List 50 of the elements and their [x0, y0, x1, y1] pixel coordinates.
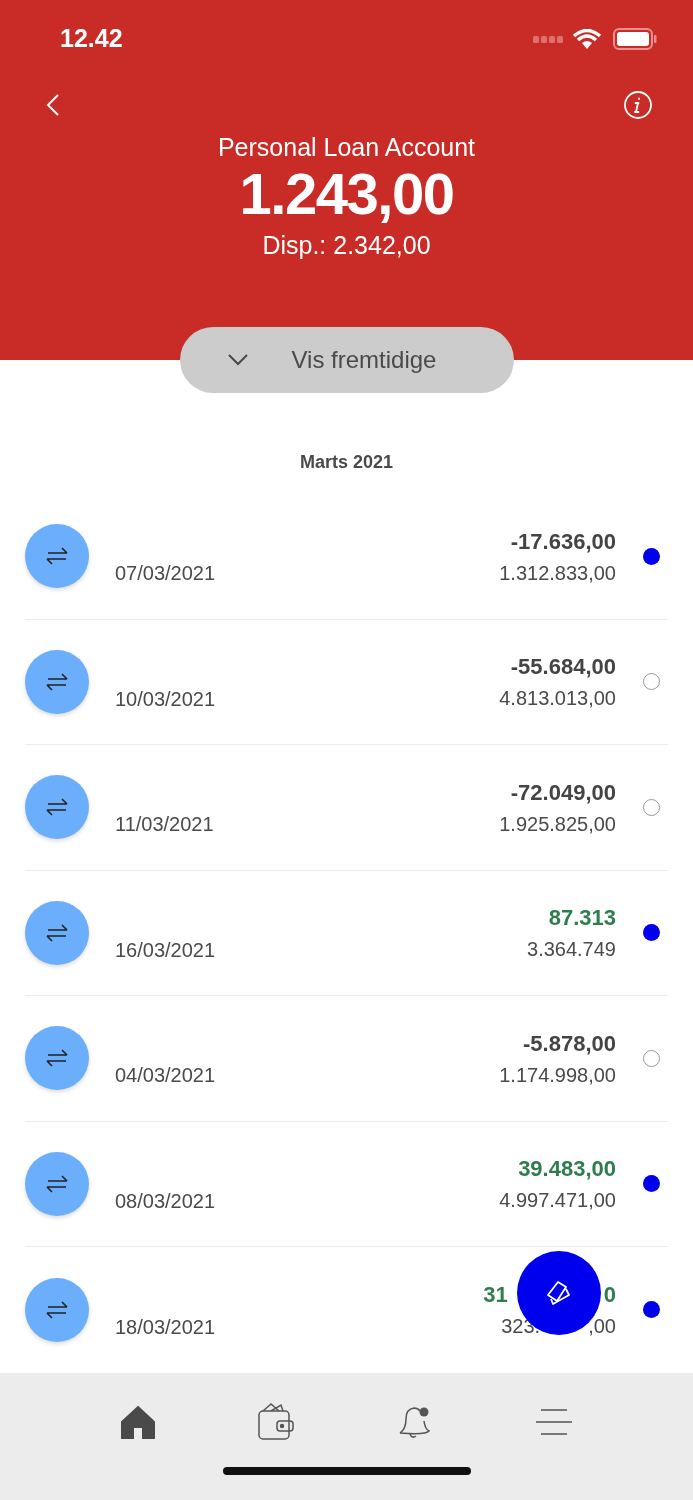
transaction-amount: 39.483,00 — [518, 1155, 616, 1184]
transaction-amount: 31 — [483, 1281, 508, 1310]
transaction-date: 10/03/2021 — [115, 686, 216, 712]
transaction-date: 08/03/2021 — [115, 1188, 216, 1214]
running-balance: 1.174.998,00 — [499, 1062, 616, 1088]
transaction-amount: 0 — [603, 1281, 616, 1310]
transfer-icon-button[interactable] — [25, 900, 89, 965]
account-title: Personal Loan Account — [217, 132, 476, 162]
running-balance: 1.925.825,00 — [499, 811, 616, 837]
battery-icon — [613, 28, 657, 50]
transaction-date: 18/03/2021 — [115, 1314, 216, 1340]
arrows-icon — [44, 1299, 70, 1320]
transfer-icon-button[interactable] — [25, 649, 89, 714]
transaction-amount: -72.049,00 — [510, 778, 616, 807]
available-balance: Disp.: 2.342,00 — [262, 230, 431, 260]
transfer-icon-button[interactable] — [25, 1151, 89, 1216]
transfer-icon-button[interactable] — [25, 1026, 89, 1091]
transaction-amount: -5.878,00 — [523, 1029, 616, 1058]
arrows-icon — [44, 546, 70, 567]
arrows-icon — [44, 797, 70, 818]
transfer-icon-button[interactable] — [25, 1277, 89, 1342]
status-time: 12.42 — [60, 23, 123, 55]
running-balance: 1.312.833,00 — [499, 560, 616, 586]
running-balance: 3.364.749 — [527, 937, 616, 963]
wallet-icon[interactable] — [257, 1402, 296, 1441]
back-icon[interactable] — [46, 94, 60, 116]
transfer-icon-button[interactable] — [25, 775, 89, 840]
month-heading: Marts 2021 — [299, 451, 394, 474]
transaction-amount: 87.313 — [548, 904, 616, 933]
show-future-button[interactable]: Vis fremtidige — [179, 327, 514, 393]
account-balance: 1.243,00 — [239, 162, 454, 226]
menu-icon[interactable] — [534, 1407, 573, 1436]
home-icon[interactable] — [120, 1403, 157, 1440]
wifi-icon — [573, 29, 601, 49]
arrows-icon — [44, 922, 70, 943]
arrows-icon — [44, 1173, 70, 1194]
transaction-date: 04/03/2021 — [115, 1063, 216, 1089]
running-balance: 4.997.471,00 — [499, 1188, 616, 1214]
arrows-icon — [44, 671, 70, 692]
arrows-icon — [44, 1048, 70, 1069]
signal-icon — [533, 35, 563, 43]
transfer-icon-button[interactable] — [25, 524, 89, 589]
transaction-amount: -55.684,00 — [510, 653, 616, 682]
transaction-date: 11/03/2021 — [115, 812, 214, 838]
transaction-date: 07/03/2021 — [115, 561, 216, 587]
transaction-date: 16/03/2021 — [115, 937, 216, 963]
running-balance: ,00 — [588, 1314, 616, 1340]
info-icon[interactable] — [623, 90, 653, 120]
running-balance: 4.813.013,00 — [499, 686, 616, 712]
transaction-amount: -17.636,00 — [510, 527, 616, 556]
